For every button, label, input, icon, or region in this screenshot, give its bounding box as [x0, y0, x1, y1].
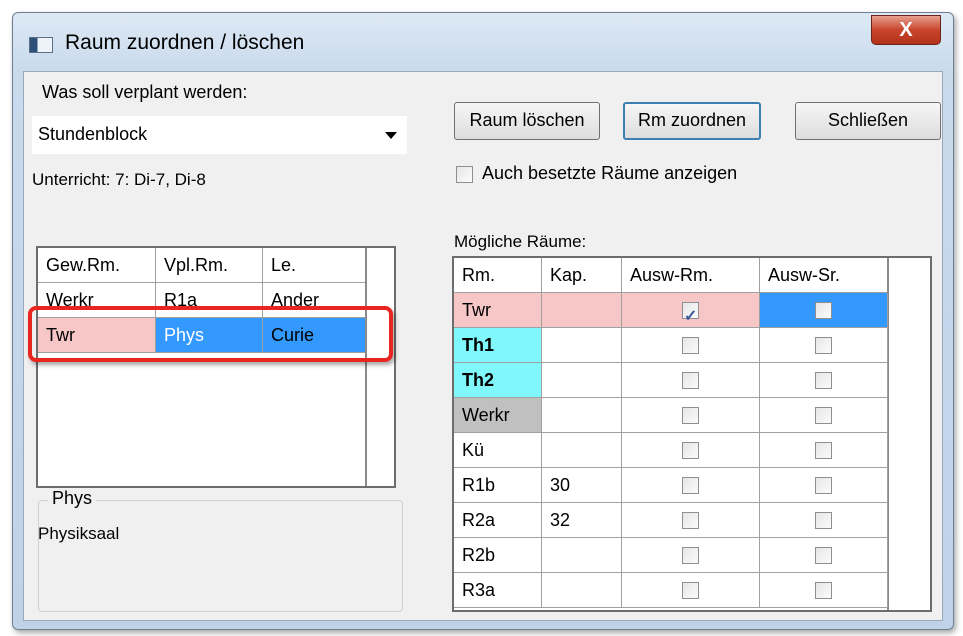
ausw-rm-cell[interactable] — [622, 433, 760, 468]
lesson-info: Unterricht: 7: Di-7, Di-8 — [32, 170, 206, 189]
room-capacity-cell[interactable] — [542, 398, 622, 433]
column-header-rm[interactable]: Rm. — [454, 258, 542, 293]
title-bar[interactable]: Raum zuordnen / löschen X — [13, 13, 953, 73]
room-name-cell[interactable]: Kü — [454, 433, 542, 468]
checkbox-icon[interactable] — [682, 372, 699, 389]
chevron-down-icon[interactable] — [385, 132, 397, 139]
possible-rooms-label: Mögliche Räume: — [454, 232, 587, 251]
column-header-kap[interactable]: Kap. — [542, 258, 622, 293]
room-capacity-cell[interactable] — [542, 328, 622, 363]
column-header-ausw-sr[interactable]: Ausw-Sr. — [760, 258, 888, 293]
room-name-cell[interactable]: Th1 — [454, 328, 542, 363]
ausw-rm-cell[interactable] — [622, 468, 760, 503]
checkbox-icon[interactable] — [815, 337, 832, 354]
ausw-rm-cell[interactable] — [622, 573, 760, 608]
assigned-rooms-table[interactable]: Gew.Rm. Vpl.Rm. Le. Werkr R1a Ander Twr … — [36, 246, 396, 488]
checkbox-icon[interactable] — [682, 512, 699, 529]
ausw-rm-cell[interactable] — [622, 398, 760, 433]
checkbox-icon[interactable] — [815, 407, 832, 424]
room-info-groupbox — [38, 500, 403, 612]
room-capacity-cell[interactable] — [542, 433, 622, 468]
close-button[interactable]: Schließen — [795, 102, 941, 140]
room-capacity-cell[interactable]: 32 — [542, 503, 622, 538]
room-capacity-cell[interactable] — [542, 538, 622, 573]
ausw-sr-cell[interactable] — [760, 398, 888, 433]
highlight-annotation — [28, 306, 393, 362]
checkbox-icon[interactable] — [682, 337, 699, 354]
room-info-title: Phys — [48, 488, 97, 509]
room-name-cell[interactable]: Werkr — [454, 398, 542, 433]
ausw-sr-cell[interactable] — [760, 503, 888, 538]
ausw-sr-cell[interactable] — [760, 363, 888, 398]
checkbox-icon[interactable] — [815, 442, 832, 459]
show-occupied-label: Auch besetzte Räume anzeigen — [482, 163, 738, 183]
close-icon[interactable]: X — [871, 15, 941, 45]
checkbox-icon[interactable] — [682, 300, 699, 327]
window-icon — [29, 37, 53, 53]
plan-combobox[interactable]: Stundenblock — [32, 116, 407, 154]
dialog-client-area: Was soll verplant werden: Stundenblock U… — [23, 71, 943, 621]
ausw-sr-cell[interactable] — [760, 293, 888, 328]
column-header-vpl-rm[interactable]: Vpl.Rm. — [156, 248, 263, 283]
ausw-rm-cell[interactable] — [622, 293, 760, 328]
ausw-rm-cell[interactable] — [622, 328, 760, 363]
checkbox-icon[interactable] — [682, 582, 699, 599]
room-name-cell[interactable]: R1b — [454, 468, 542, 503]
ausw-rm-cell[interactable] — [622, 538, 760, 573]
room-capacity-cell[interactable] — [542, 573, 622, 608]
checkbox-icon[interactable] — [682, 407, 699, 424]
checkbox-icon[interactable] — [682, 477, 699, 494]
possible-rooms-table[interactable]: Rm. Kap. Ausw-Rm. Ausw-Sr. TwrTh1Th2Werk… — [452, 256, 932, 612]
assign-room-button[interactable]: Rm zuordnen — [623, 102, 761, 140]
room-name-cell[interactable]: R3a — [454, 573, 542, 608]
dialog-window: Raum zuordnen / löschen X Was soll verpl… — [12, 12, 954, 630]
ausw-sr-cell[interactable] — [760, 538, 888, 573]
ausw-sr-cell[interactable] — [760, 433, 888, 468]
checkbox-icon[interactable] — [815, 582, 832, 599]
checkbox-icon[interactable] — [815, 477, 832, 494]
delete-room-button[interactable]: Raum löschen — [454, 102, 600, 140]
room-name-cell[interactable]: Twr — [454, 293, 542, 328]
plan-combobox-value: Stundenblock — [38, 124, 148, 144]
window-title: Raum zuordnen / löschen — [65, 31, 305, 54]
room-name-cell[interactable]: R2b — [454, 538, 542, 573]
checkbox-icon[interactable] — [815, 512, 832, 529]
column-header-le[interactable]: Le. — [263, 248, 366, 283]
room-name-cell[interactable]: R2a — [454, 503, 542, 538]
checkbox-icon[interactable] — [815, 372, 832, 389]
show-occupied-checkbox[interactable] — [456, 166, 473, 183]
ausw-rm-cell[interactable] — [622, 503, 760, 538]
checkbox-icon[interactable] — [815, 302, 832, 319]
ausw-rm-cell[interactable] — [622, 363, 760, 398]
room-capacity-cell[interactable]: 30 — [542, 468, 622, 503]
room-name-cell[interactable]: Th2 — [454, 363, 542, 398]
checkbox-icon[interactable] — [682, 442, 699, 459]
column-header-gew-rm[interactable]: Gew.Rm. — [38, 248, 156, 283]
ausw-sr-cell[interactable] — [760, 468, 888, 503]
room-capacity-cell[interactable] — [542, 293, 622, 328]
checkbox-icon[interactable] — [815, 547, 832, 564]
room-capacity-cell[interactable] — [542, 363, 622, 398]
room-info-text: Physiksaal — [38, 524, 120, 543]
plan-label: Was soll verplant werden: — [42, 82, 248, 102]
column-header-ausw-rm[interactable]: Ausw-Rm. — [622, 258, 760, 293]
ausw-sr-cell[interactable] — [760, 573, 888, 608]
ausw-sr-cell[interactable] — [760, 328, 888, 363]
checkbox-icon[interactable] — [682, 547, 699, 564]
